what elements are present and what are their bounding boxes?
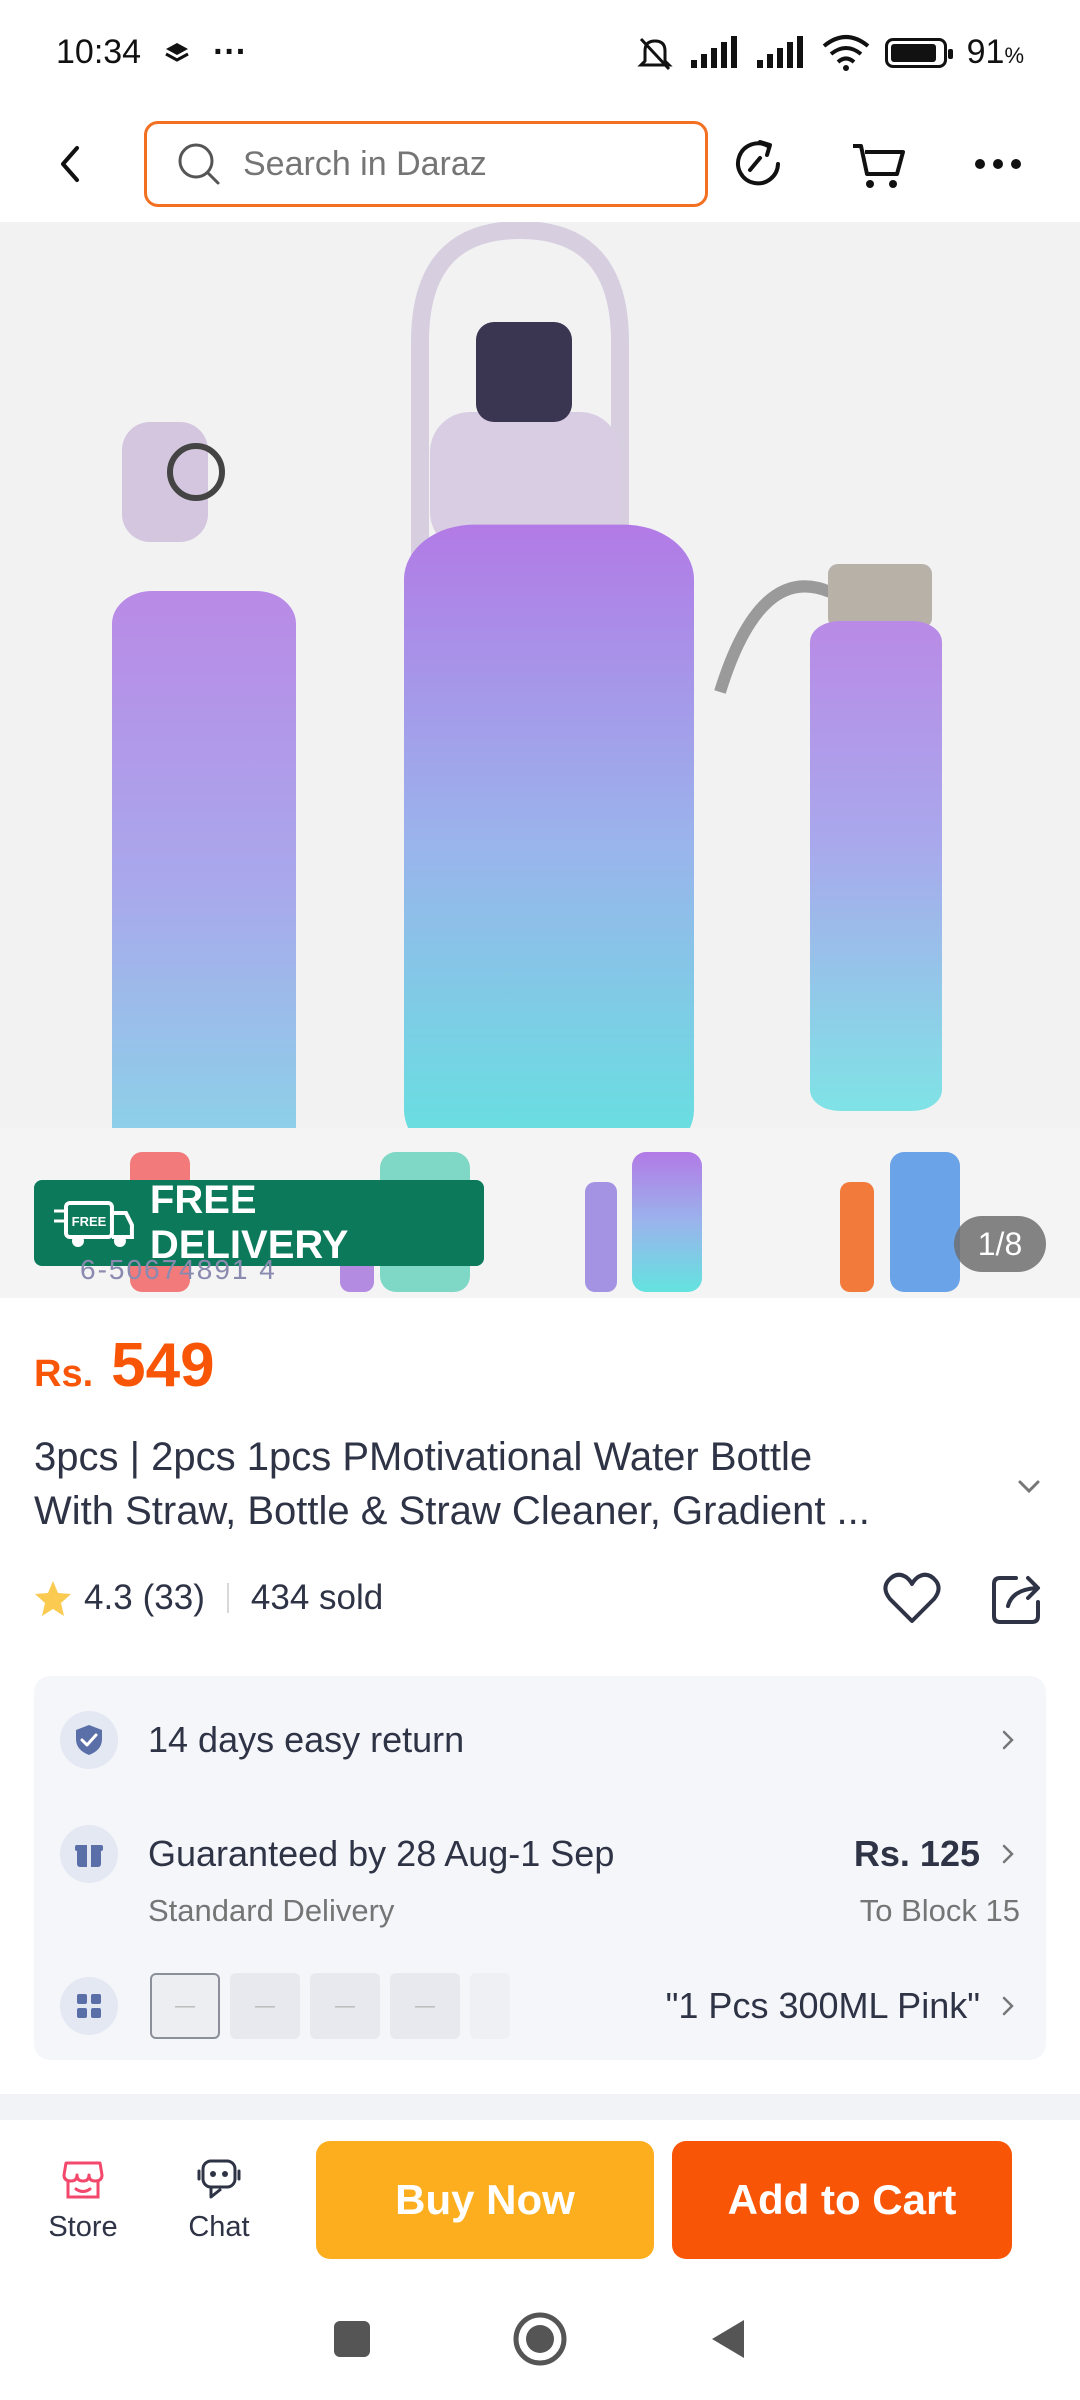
- battery-percent-unit: %: [1004, 43, 1024, 68]
- buy-now-button[interactable]: Buy Now: [316, 2141, 654, 2259]
- signal-icon-2: [756, 35, 803, 68]
- delivery-label: Guaranteed by 28 Aug-1 Sep: [148, 1833, 615, 1874]
- product-title[interactable]: 3pcs | 2pcs 1pcs PMotivational Water Bot…: [34, 1430, 1014, 1538]
- back-arrow-icon: [61, 146, 79, 182]
- delivery-price: Rs. 125: [853, 1833, 980, 1874]
- home-icon[interactable]: [512, 2311, 568, 2367]
- add-to-cart-button[interactable]: Add to Cart: [672, 2141, 1012, 2259]
- variant-row[interactable]: — — — — "1 Pcs 300ML Pink": [60, 1971, 1020, 2041]
- chevron-down-icon[interactable]: [1014, 1472, 1044, 1502]
- variant-thumb[interactable]: —: [390, 1973, 460, 2039]
- truck-icon: FREE: [53, 1201, 134, 1247]
- info-card: 14 days easy return Guaranteed by 28 Aug…: [34, 1676, 1046, 2060]
- rating-row: 4.3 (33) 434 sold: [34, 1568, 1046, 1628]
- layers-icon: [165, 42, 189, 62]
- battery-icon: [884, 37, 953, 68]
- variant-selected: "1 Pcs 300ML Pink": [665, 1985, 980, 2026]
- delivery-sub: Standard Delivery: [148, 1893, 395, 1928]
- product-title-line-2: With Straw, Bottle & Straw Cleaner, Grad…: [34, 1489, 870, 1533]
- variant-thumb[interactable]: —: [230, 1973, 300, 2039]
- variant-thumb[interactable]: —: [150, 1973, 220, 2039]
- product-title-line-1: 3pcs | 2pcs 1pcs PMotivational Water Bot…: [34, 1435, 813, 1479]
- signal-icon: [690, 35, 737, 68]
- star-icon: [35, 1581, 71, 1616]
- rating-value[interactable]: 4.3: [84, 1578, 133, 1618]
- chat-label: Chat: [188, 2210, 250, 2243]
- product-image-gallery[interactable]: FREE FREE DELIVERY 1/8 6-50674891 4: [0, 222, 1080, 1298]
- chevron-right-icon: [1002, 1996, 1014, 2016]
- chat-button[interactable]: Chat: [164, 2157, 274, 2244]
- delivery-sub-row: Standard Delivery To Block 15: [60, 1886, 1020, 1936]
- gift-icon: [60, 1825, 118, 1883]
- sku-text: 6-50674891 4: [80, 1254, 277, 1285]
- share-icon[interactable]: [990, 1570, 1046, 1626]
- top-nav: Search in Daraz: [0, 105, 1080, 223]
- status-more: ···: [213, 33, 248, 71]
- variant-thumb[interactable]: —: [310, 1973, 380, 2039]
- section-divider: [0, 2094, 1080, 2120]
- search-placeholder: Search in Daraz: [243, 144, 487, 183]
- cart-icon: [853, 144, 905, 188]
- status-time: 10:34: [56, 33, 142, 71]
- variant-thumb[interactable]: [470, 1973, 510, 2039]
- chat-icon: [197, 2159, 241, 2198]
- delivery-location: To Block 15: [859, 1893, 1020, 1928]
- price-amount: 549: [111, 1331, 215, 1400]
- rating-count[interactable]: (33): [143, 1578, 205, 1618]
- price-currency: Rs.: [34, 1353, 94, 1395]
- search-input[interactable]: Search in Daraz: [144, 121, 708, 207]
- truck-text: FREE: [72, 1214, 107, 1229]
- bottom-action-bar: Store Chat Buy Now Add to Cart: [0, 2122, 1080, 2278]
- system-navigation-bar: [0, 2278, 1080, 2400]
- back-nav-icon[interactable]: [708, 2316, 748, 2362]
- status-bar: 10:34 ··· 91%: [0, 0, 1080, 105]
- cart-button[interactable]: [846, 132, 910, 196]
- chevron-right-icon: [1002, 1844, 1014, 1864]
- battery-percent: 91: [966, 33, 1005, 71]
- recent-apps-icon[interactable]: [332, 2319, 372, 2359]
- divider: [226, 1583, 229, 1613]
- page-indicator: 1/8: [954, 1216, 1046, 1272]
- variant-thumbnails: — — — —: [150, 1973, 510, 2039]
- sold-count: 434 sold: [250, 1578, 384, 1617]
- store-label: Store: [48, 2210, 118, 2243]
- return-label: 14 days easy return: [148, 1719, 465, 1760]
- shield-check-icon: [60, 1711, 118, 1769]
- share-refresh-button[interactable]: [726, 132, 790, 196]
- product-image: [0, 222, 1080, 1298]
- wifi-icon: [822, 34, 869, 71]
- grid-icon: [60, 1977, 118, 2035]
- price: Rs. 549: [34, 1330, 215, 1401]
- store-button[interactable]: Store: [28, 2157, 138, 2244]
- bell-off-icon: [636, 37, 673, 70]
- store-icon: [62, 2161, 104, 2198]
- return-policy-row[interactable]: 14 days easy return: [60, 1710, 1020, 1770]
- share-refresh-icon: [736, 140, 780, 186]
- delivery-row[interactable]: Guaranteed by 28 Aug-1 Sep Rs. 125: [60, 1824, 1020, 1884]
- more-button[interactable]: [966, 132, 1030, 196]
- heart-icon[interactable]: [882, 1571, 942, 1625]
- back-button[interactable]: [40, 134, 100, 194]
- more-icon: [975, 159, 1021, 169]
- chevron-right-icon: [1002, 1730, 1014, 1750]
- search-icon: [178, 143, 220, 185]
